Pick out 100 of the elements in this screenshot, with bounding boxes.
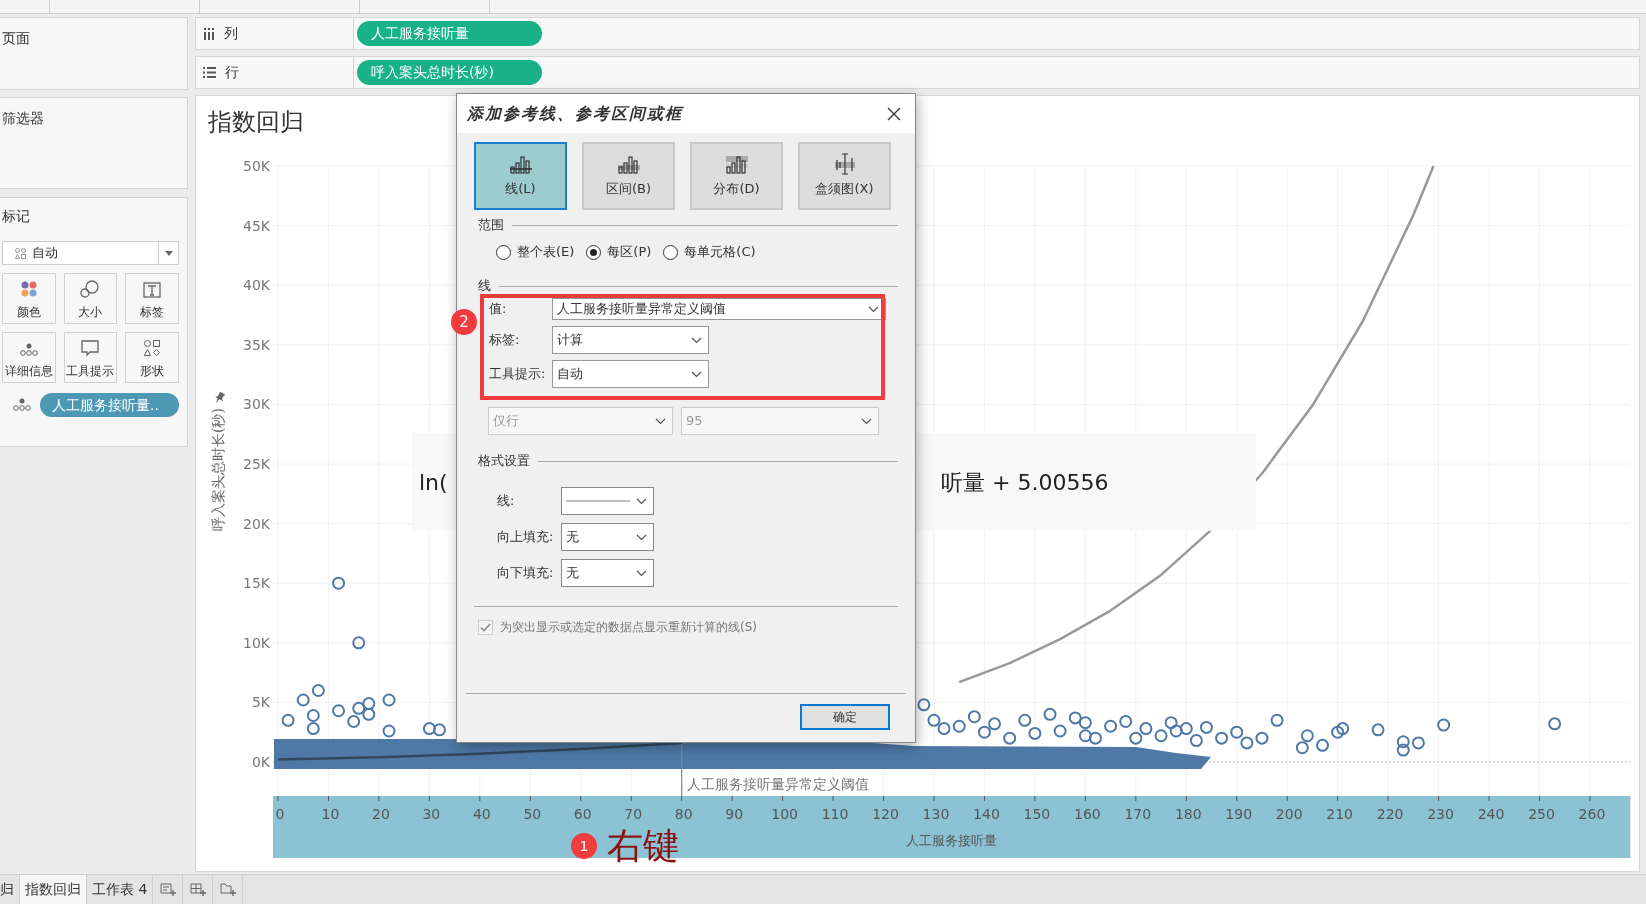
x-tick-label: 100 <box>771 806 798 822</box>
x-tick-label: 130 <box>922 806 950 822</box>
mark-card-button[interactable]: 工具提示 <box>63 332 118 383</box>
mark-type-value: 自动 <box>32 244 59 263</box>
data-point <box>1336 722 1350 736</box>
data-point <box>977 725 991 739</box>
x-tick-label: 140 <box>973 806 1000 822</box>
mark-card-button[interactable]: 详细信息 <box>2 332 56 383</box>
data-point <box>1078 716 1092 730</box>
dropdown-field[interactable]: 计算 <box>552 326 709 354</box>
data-point <box>927 713 941 727</box>
dropdown-field[interactable]: 无 <box>561 523 654 551</box>
y-tick-label: 10K <box>243 634 270 651</box>
data-point <box>332 576 346 590</box>
data-point <box>1028 726 1042 740</box>
reference-type-button[interactable]: 分布(D) <box>690 142 783 210</box>
x-tick-label: 10 <box>321 806 340 822</box>
data-point <box>937 722 951 736</box>
y-tick-label: 20K <box>243 515 270 532</box>
reference-type-button[interactable]: 盒须图(X) <box>798 142 891 210</box>
dropdown-field[interactable]: 人工服务接听量异常定义阈值 <box>552 298 886 320</box>
dropdown-field[interactable]: 自动 <box>552 360 709 388</box>
radio-label: 每单元格(C) <box>684 243 756 262</box>
reference-type-button[interactable]: 线(L) <box>474 142 567 210</box>
x-tick-label: 30 <box>422 806 441 822</box>
y-tick-label: 50K <box>243 158 270 174</box>
field-label: 标签: <box>488 331 521 350</box>
x-tick-label: 150 <box>1023 806 1051 822</box>
bar-chart-distribution-icon <box>724 153 749 176</box>
radio-button[interactable] <box>586 244 602 260</box>
new-story-icon <box>219 882 236 897</box>
dropdown-field[interactable]: 无 <box>561 559 654 587</box>
radio-label: 整个表(E) <box>517 243 575 262</box>
bar-chart-band-icon <box>616 153 641 176</box>
mark-card-button[interactable]: 颜色 <box>2 273 56 324</box>
chevron-down-icon <box>691 370 702 378</box>
mark-card-button[interactable]: 标签 <box>125 273 179 324</box>
y-tick-label: 40K <box>243 277 270 294</box>
sheet-title: 指数回归 <box>208 108 304 136</box>
data-point <box>1371 723 1385 737</box>
x-tick-label: 170 <box>1124 806 1152 822</box>
radio-button[interactable] <box>663 244 679 260</box>
chevron-down-icon <box>636 497 647 505</box>
data-point <box>1043 707 1057 721</box>
field-label: 向上填充: <box>496 528 555 547</box>
y-tick-label: 0K <box>251 754 270 770</box>
format-heading: 格式设置 <box>478 452 530 471</box>
data-point <box>1169 724 1183 738</box>
data-point <box>1179 722 1193 736</box>
data-point <box>362 697 376 711</box>
rows-icon <box>203 67 216 78</box>
data-point <box>311 684 325 697</box>
data-point <box>1189 734 1203 748</box>
data-point <box>1053 724 1067 738</box>
scope-heading: 范围 <box>478 216 504 235</box>
x-tick-label: 190 <box>1225 806 1253 822</box>
data-point <box>1331 725 1345 739</box>
data-point <box>306 709 320 722</box>
x-tick-label: 240 <box>1477 806 1505 822</box>
data-point <box>1154 729 1168 743</box>
chevron-down-icon <box>636 533 647 541</box>
new-dashboard-icon <box>189 882 206 897</box>
ok-button[interactable]: 确定 <box>800 704 890 730</box>
sheet-tab[interactable]: 归 <box>0 875 20 904</box>
data-point <box>306 722 320 736</box>
reference-type-button[interactable]: 区间(B) <box>582 142 675 210</box>
radio-button[interactable] <box>496 244 511 260</box>
new-sheet-icon <box>159 882 176 897</box>
x-axis-title: 人工服务接听量 <box>905 833 997 848</box>
data-point <box>332 704 346 718</box>
mark-card-button[interactable]: 形状 <box>125 332 179 383</box>
data-point <box>1548 717 1562 731</box>
data-point <box>1411 736 1425 750</box>
data-point <box>1164 716 1178 730</box>
x-tick-label: 60 <box>573 806 592 822</box>
chevron-down-icon <box>655 417 666 425</box>
mark-type-dropdown[interactable]: 自动 <box>2 241 179 265</box>
x-tick-label: 80 <box>674 806 693 822</box>
sheet-tab[interactable]: 指数回归 <box>20 875 87 904</box>
data-point <box>382 724 396 738</box>
data-point <box>347 714 361 728</box>
data-point <box>281 713 295 727</box>
data-point <box>1018 713 1032 727</box>
close-icon[interactable] <box>887 106 901 121</box>
y-tick-label: 15K <box>243 575 270 592</box>
shelf-label: 列 <box>224 24 238 43</box>
dropdown-field[interactable] <box>561 487 654 515</box>
mark-card-button[interactable]: 大小 <box>63 273 118 324</box>
equation-text: ln( <box>419 468 448 497</box>
reference-line-label: 人工服务接听量异常定义阈值 <box>686 776 869 792</box>
data-point <box>1270 713 1284 727</box>
data-point <box>1104 719 1118 733</box>
data-point <box>1068 711 1082 725</box>
x-tick-label: 20 <box>372 806 390 822</box>
color-dots-icon <box>19 280 38 298</box>
data-point <box>1199 720 1213 734</box>
data-point <box>352 636 366 650</box>
x-tick-label: 90 <box>725 806 744 822</box>
y-axis-title: 呼入案头总时长(秒) <box>209 407 227 531</box>
data-point <box>988 717 1002 731</box>
